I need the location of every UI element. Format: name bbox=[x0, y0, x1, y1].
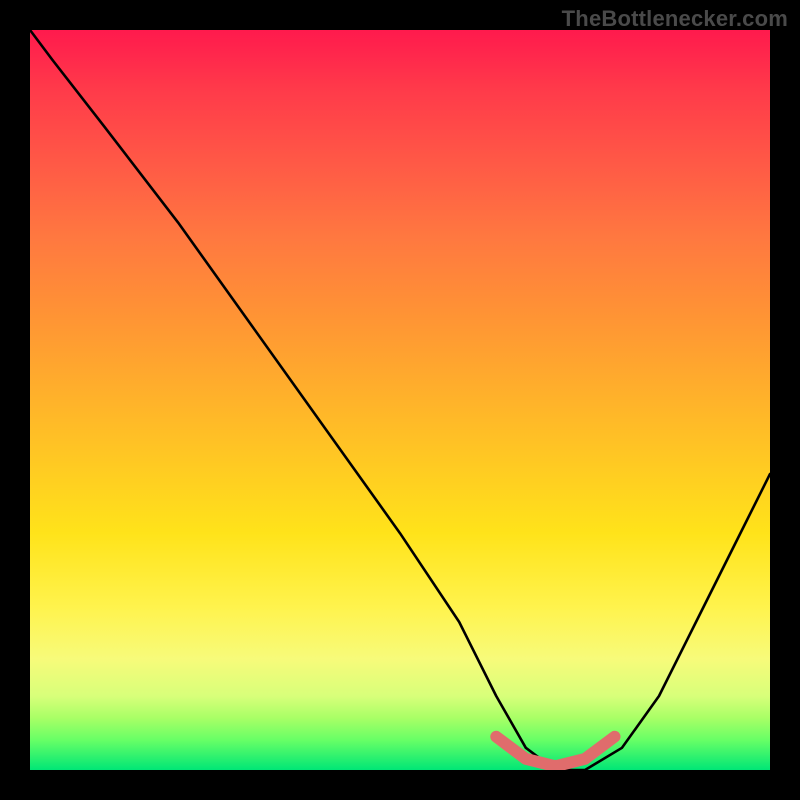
chart-frame: TheBottlenecker.com bbox=[0, 0, 800, 800]
curve-path bbox=[30, 30, 770, 770]
watermark-text: TheBottlenecker.com bbox=[562, 6, 788, 32]
bottleneck-curve bbox=[30, 30, 770, 770]
plot-area bbox=[30, 30, 770, 770]
